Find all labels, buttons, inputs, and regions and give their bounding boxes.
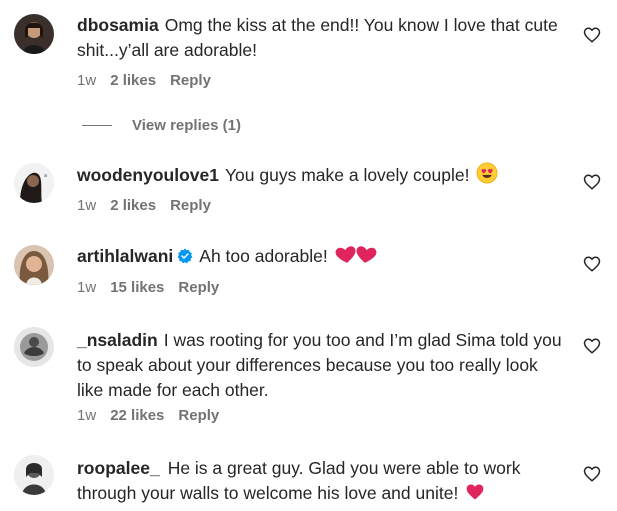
avatar[interactable] bbox=[14, 14, 54, 54]
comment-time: 1w bbox=[77, 407, 97, 424]
red-heart-emoji bbox=[465, 482, 485, 502]
comment-username[interactable]: woodenyoulove1 bbox=[77, 165, 219, 185]
avatar[interactable] bbox=[14, 455, 54, 495]
comment-text-block: woodenyoulove1 You guys make a lovely cou… bbox=[77, 162, 567, 188]
comment-likes[interactable]: 2 likes bbox=[110, 72, 156, 90]
comment-text-block: dbosamia Omg the kiss at the end!! You kn… bbox=[77, 13, 567, 63]
comment-meta: 1w 2 likes Reply bbox=[77, 197, 211, 215]
comment-text-block: artihlalwani Ah too adorable! bbox=[77, 244, 567, 269]
comment-username[interactable]: _nsaladin bbox=[77, 330, 158, 350]
like-heart-icon[interactable] bbox=[583, 26, 601, 44]
comment-text-block: roopalee_ He is a great guy. Glad you wer… bbox=[77, 456, 567, 506]
like-heart-icon[interactable] bbox=[583, 255, 601, 273]
avatar[interactable] bbox=[14, 327, 54, 367]
comment-text-block: _nsaladin I was rooting for you too and I… bbox=[77, 328, 567, 403]
reply-button[interactable]: Reply bbox=[178, 407, 219, 425]
two-hearts-emoji bbox=[335, 245, 377, 265]
comment-meta: 1w 2 likes Reply bbox=[77, 72, 211, 90]
reply-button[interactable]: Reply bbox=[170, 197, 211, 215]
comment-meta: 1w 15 likes Reply bbox=[77, 279, 219, 297]
comment-time: 1w bbox=[77, 279, 97, 296]
comment-likes[interactable]: 2 likes bbox=[110, 197, 156, 215]
comment-body: You guys make a lovely couple! bbox=[224, 165, 470, 185]
comment-meta: 1w 22 likes Reply bbox=[77, 407, 219, 425]
comment-body: Ah too adorable! bbox=[199, 246, 328, 266]
divider-line bbox=[82, 125, 112, 126]
comment-likes[interactable]: 22 likes bbox=[110, 407, 164, 425]
svg-text:a: a bbox=[44, 173, 47, 179]
reply-button[interactable]: Reply bbox=[170, 72, 211, 90]
view-replies-label: View replies (1) bbox=[132, 117, 241, 134]
comment-likes[interactable]: 15 likes bbox=[110, 279, 164, 297]
comment-username[interactable]: roopalee_ bbox=[77, 458, 160, 478]
avatar[interactable]: a bbox=[14, 163, 54, 203]
reply-button[interactable]: Reply bbox=[178, 279, 219, 297]
comment-time: 1w bbox=[77, 72, 97, 89]
like-heart-icon[interactable] bbox=[583, 337, 601, 355]
comment-time: 1w bbox=[77, 197, 97, 214]
view-replies-button[interactable]: View replies (1) bbox=[82, 117, 241, 134]
like-heart-icon[interactable] bbox=[583, 173, 601, 191]
like-heart-icon[interactable] bbox=[583, 465, 601, 483]
avatar[interactable] bbox=[14, 245, 54, 285]
comment-username[interactable]: dbosamia bbox=[77, 15, 159, 35]
verified-badge-icon bbox=[177, 248, 193, 264]
heart-eyes-emoji bbox=[476, 162, 498, 184]
comment-username[interactable]: artihlalwani bbox=[77, 246, 173, 266]
